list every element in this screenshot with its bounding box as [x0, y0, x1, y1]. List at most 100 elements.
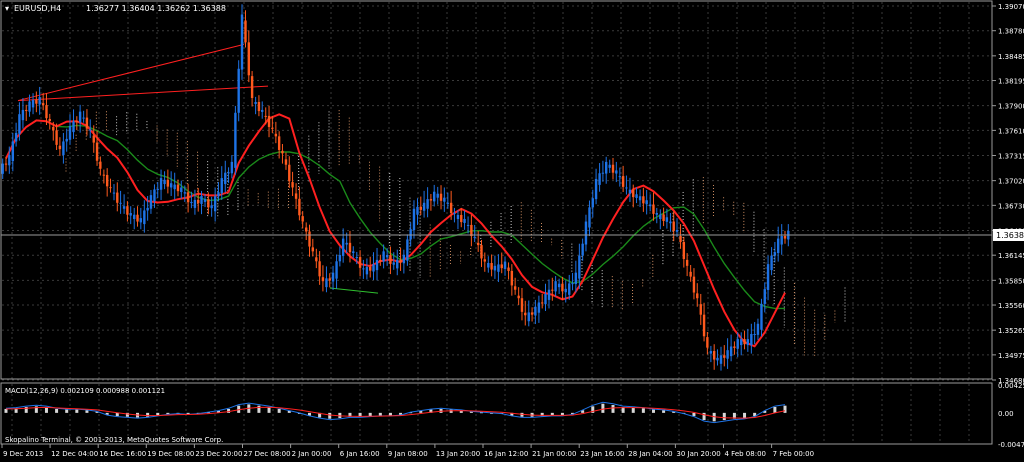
candle-body[interactable] [301, 216, 304, 222]
candle-body[interactable] [480, 245, 483, 259]
candle-body[interactable] [520, 298, 524, 312]
candle-body[interactable] [14, 132, 18, 142]
candle-body[interactable] [460, 215, 463, 223]
candle-body[interactable] [341, 238, 345, 256]
candle-body[interactable] [75, 121, 79, 123]
candle-body[interactable] [456, 215, 460, 219]
candle-body[interactable] [180, 187, 183, 193]
candle-body[interactable] [449, 202, 453, 214]
candle-body[interactable] [433, 191, 436, 202]
candle-body[interactable] [230, 161, 234, 174]
candle-body[interactable] [476, 242, 480, 246]
candle-body[interactable] [702, 314, 706, 337]
candle-body[interactable] [345, 242, 348, 245]
candle-body[interactable] [672, 221, 675, 231]
candle-body[interactable] [250, 76, 254, 99]
candle-body[interactable] [709, 351, 713, 354]
candle-body[interactable] [544, 293, 547, 305]
candle-body[interactable] [453, 213, 456, 215]
candle-body[interactable] [527, 312, 530, 322]
candle-body[interactable] [183, 192, 187, 194]
candle-body[interactable] [402, 254, 406, 264]
candle-body[interactable] [776, 238, 780, 254]
candle-body[interactable] [618, 176, 622, 178]
candle-body[interactable] [615, 170, 618, 174]
candle-body[interactable] [648, 204, 652, 207]
candle-body[interactable] [224, 172, 227, 185]
candle-body[interactable] [726, 350, 729, 359]
candle-body[interactable] [625, 187, 628, 189]
candle-body[interactable] [52, 126, 55, 131]
candle-body[interactable] [68, 126, 72, 140]
candle-body[interactable] [85, 117, 89, 129]
candle-body[interactable] [41, 103, 45, 106]
candle-body[interactable] [780, 236, 783, 245]
candle-body[interactable] [328, 278, 331, 281]
candle-body[interactable] [490, 263, 493, 270]
candle-body[interactable] [291, 182, 294, 188]
candle-body[interactable] [551, 289, 554, 291]
candle-body[interactable] [557, 283, 561, 288]
candle-body[interactable] [594, 178, 598, 200]
candle-body[interactable] [598, 173, 601, 185]
candle-body[interactable] [581, 243, 584, 256]
chart-dropdown-icon[interactable]: ▾ [5, 4, 9, 13]
candle-body[interactable] [564, 288, 567, 293]
candle-body[interactable] [254, 101, 257, 104]
candle-body[interactable] [240, 14, 244, 70]
candle-body[interactable] [611, 164, 615, 173]
candle-body[interactable] [621, 176, 625, 187]
candle-body[interactable] [507, 267, 510, 271]
candle-body[interactable] [78, 111, 82, 123]
candle-body[interactable] [274, 133, 278, 137]
candle-body[interactable] [503, 261, 507, 269]
candle-body[interactable] [642, 196, 645, 204]
candle-body[interactable] [358, 257, 362, 268]
candle-body[interactable] [122, 206, 126, 209]
candle-body[interactable] [21, 109, 25, 121]
candle-body[interactable] [288, 164, 291, 182]
trading-chart[interactable]: 1.39070 1.38780 1.38485 1.38195 1.37900 1.376… [0, 0, 1024, 462]
candle-body[interactable] [682, 241, 686, 260]
candle-body[interactable] [186, 192, 190, 203]
candle-body[interactable] [11, 141, 15, 162]
candle-body[interactable] [716, 357, 719, 361]
candle-body[interactable] [325, 278, 328, 288]
candle-body[interactable] [766, 264, 770, 290]
candle-body[interactable] [443, 197, 446, 202]
candle-body[interactable] [149, 195, 153, 209]
candle-body[interactable] [406, 239, 409, 261]
candle-body[interactable] [102, 174, 106, 176]
candle-body[interactable] [510, 270, 514, 286]
candle-body[interactable] [574, 272, 578, 285]
candle-body[interactable] [197, 199, 200, 204]
candle-body[interactable] [753, 333, 756, 335]
candle-body[interactable] [257, 101, 261, 112]
candle-body[interactable] [530, 312, 534, 315]
candle-body[interactable] [385, 255, 389, 258]
candle-body[interactable] [601, 172, 605, 174]
candle-body[interactable] [679, 236, 682, 242]
candle-body[interactable] [466, 224, 470, 226]
candle-body[interactable] [736, 339, 739, 349]
candle-body[interactable] [298, 198, 301, 216]
candle-body[interactable] [409, 229, 412, 240]
candle-body[interactable] [112, 192, 116, 194]
candle-body[interactable] [372, 264, 375, 272]
candle-body[interactable] [540, 302, 544, 304]
candle-body[interactable] [379, 259, 382, 261]
candle-body[interactable] [166, 179, 170, 187]
candle-body[interactable] [133, 214, 136, 219]
candle-body[interactable] [213, 196, 217, 212]
candle-body[interactable] [129, 213, 132, 216]
candle-body[interactable] [760, 303, 763, 330]
candle-body[interactable] [311, 247, 315, 252]
candle-body[interactable] [426, 199, 429, 209]
candle-body[interactable] [588, 207, 591, 228]
candle-body[interactable] [92, 135, 95, 143]
candle-body[interactable] [497, 264, 500, 272]
candle-body[interactable] [35, 99, 38, 104]
candle-body[interactable] [571, 283, 574, 285]
candle-body[interactable] [203, 199, 207, 202]
candle-body[interactable] [487, 263, 490, 268]
